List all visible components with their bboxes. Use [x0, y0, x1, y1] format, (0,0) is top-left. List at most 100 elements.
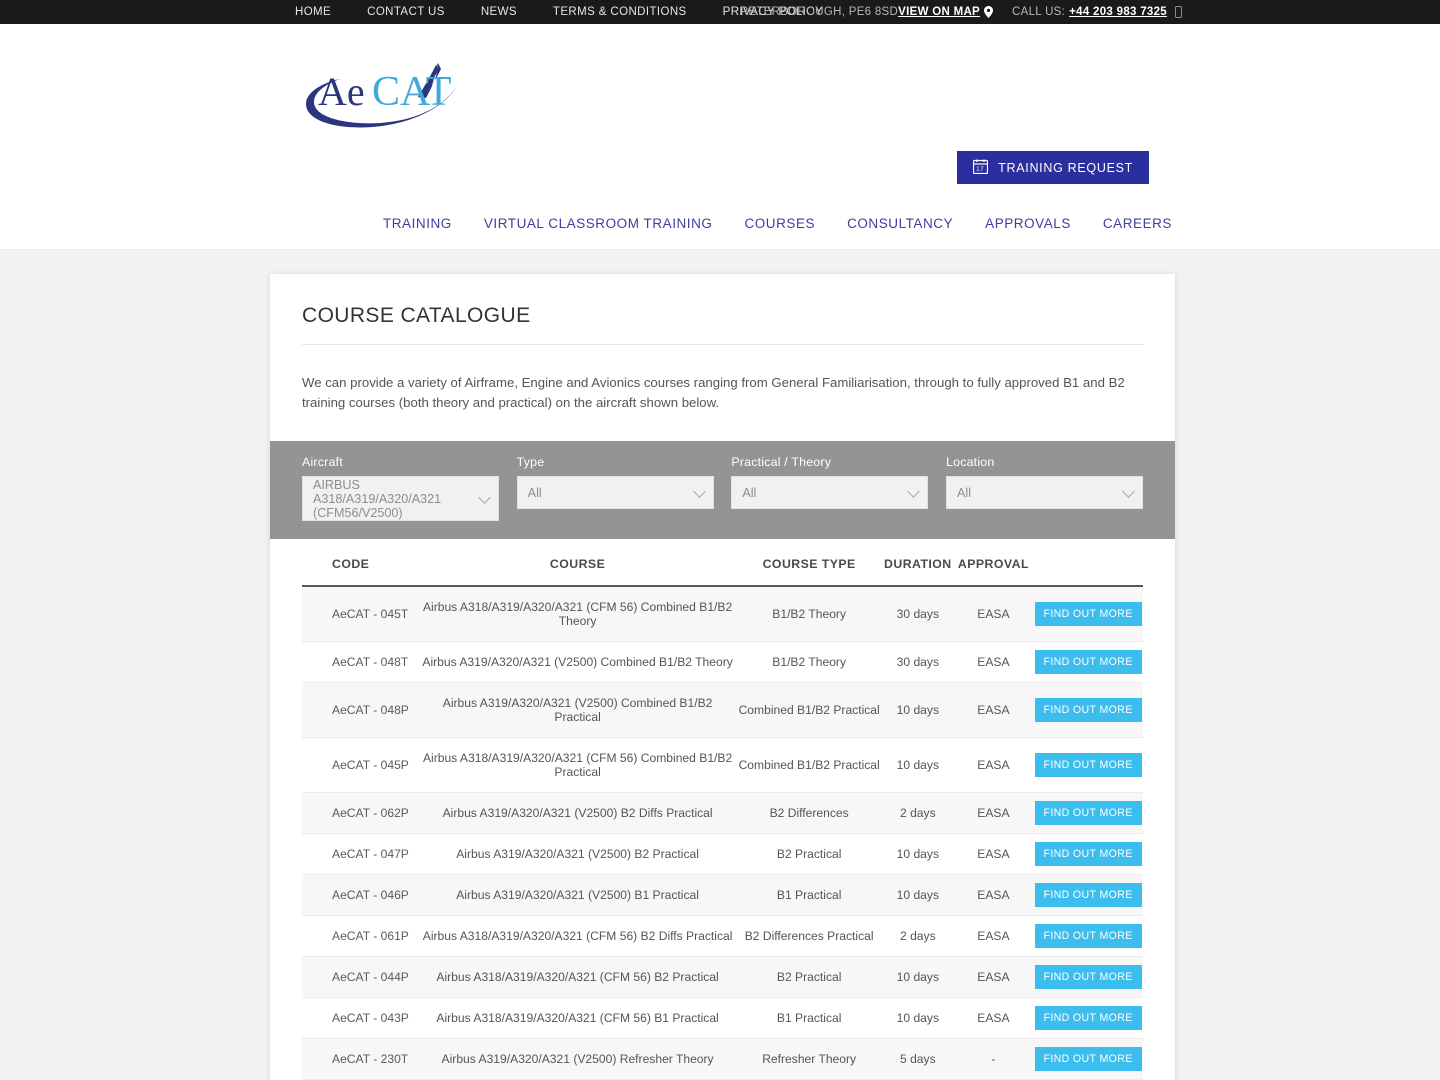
- filter-location-label: Location: [946, 455, 1143, 469]
- cell-course: Airbus A318/A319/A320/A321 (CFM 56) B2 D…: [419, 916, 736, 957]
- site-logo[interactable]: Ae CAT: [300, 57, 460, 129]
- column-header-course: COURSE: [419, 539, 736, 586]
- cell-code: AeCAT - 044P: [302, 957, 419, 998]
- primary-navigation: TRAINING VIRTUAL CLASSROOM TRAINING COUR…: [0, 216, 1440, 231]
- column-header-code: CODE: [302, 539, 419, 586]
- nav-item-careers[interactable]: CAREERS: [1087, 216, 1172, 231]
- cell-code: AeCAT - 048P: [302, 683, 419, 738]
- top-utility-bar: HOME CONTACT US NEWS TERMS & CONDITIONS …: [0, 0, 1440, 24]
- cell-course: Airbus A319/A320/A321 (V2500) Combined B…: [419, 642, 736, 683]
- svg-text:Ae: Ae: [318, 69, 365, 114]
- cell-course: Airbus A319/A320/A321 (V2500) B2 Practic…: [419, 834, 736, 875]
- title-divider: [302, 344, 1143, 345]
- cell-code: AeCAT - 230T: [302, 1039, 419, 1080]
- cell-code: AeCAT - 046P: [302, 875, 419, 916]
- find-out-more-button[interactable]: FIND OUT MORE: [1035, 965, 1142, 989]
- cell-course-type: Combined B1/B2 Practical: [736, 683, 882, 738]
- cell-approval: EASA: [954, 916, 1033, 957]
- filter-location: Location All: [946, 455, 1143, 521]
- cell-code: AeCAT - 061P: [302, 916, 419, 957]
- cell-action: FIND OUT MORE: [1033, 642, 1143, 683]
- cell-duration: 10 days: [882, 875, 954, 916]
- cell-course: Airbus A318/A319/A320/A321 (CFM 56) Comb…: [419, 586, 736, 642]
- cell-code: AeCAT - 048T: [302, 642, 419, 683]
- content-card: COURSE CATALOGUE We can provide a variet…: [270, 274, 1175, 1080]
- table-row: AeCAT - 045TAirbus A318/A319/A320/A321 (…: [302, 586, 1143, 642]
- aircraft-select-value: AIRBUS A318/A319/A320/A321 (CFM56/V2500): [313, 478, 472, 520]
- column-header-approval: APPROVAL: [954, 539, 1033, 586]
- find-out-more-button[interactable]: FIND OUT MORE: [1035, 883, 1142, 907]
- find-out-more-button[interactable]: FIND OUT MORE: [1035, 924, 1142, 948]
- call-us-label: CALL US:: [1012, 6, 1065, 18]
- filter-aircraft: Aircraft AIRBUS A318/A319/A320/A321 (CFM…: [302, 455, 515, 521]
- training-request-button[interactable]: 17 TRAINING REQUEST: [957, 151, 1149, 184]
- calendar-icon: 17: [973, 159, 988, 177]
- type-select[interactable]: All: [517, 476, 714, 509]
- cell-approval: EASA: [954, 834, 1033, 875]
- office-address: PETERBOROUGH, PE6 8SD: [740, 6, 898, 18]
- find-out-more-button[interactable]: FIND OUT MORE: [1035, 1047, 1142, 1071]
- cell-course-type: B2 Differences Practical: [736, 916, 882, 957]
- table-row: AeCAT - 230TAirbus A319/A320/A321 (V2500…: [302, 1039, 1143, 1080]
- cell-action: FIND OUT MORE: [1033, 586, 1143, 642]
- cell-approval: EASA: [954, 738, 1033, 793]
- map-pin-icon: [984, 6, 993, 21]
- cell-duration: 10 days: [882, 998, 954, 1039]
- table-header: CODE COURSE COURSE TYPE DURATION APPROVA…: [302, 539, 1143, 586]
- table-row: AeCAT - 048TAirbus A319/A320/A321 (V2500…: [302, 642, 1143, 683]
- nav-item-training[interactable]: TRAINING: [367, 216, 468, 231]
- table-row: AeCAT - 048PAirbus A319/A320/A321 (V2500…: [302, 683, 1143, 738]
- column-header-course-type: COURSE TYPE: [736, 539, 882, 586]
- find-out-more-button[interactable]: FIND OUT MORE: [1035, 753, 1142, 777]
- nav-item-consultancy[interactable]: CONSULTANCY: [831, 216, 969, 231]
- find-out-more-button[interactable]: FIND OUT MORE: [1035, 801, 1142, 825]
- table-row: AeCAT - 044PAirbus A318/A319/A320/A321 (…: [302, 957, 1143, 998]
- cell-action: FIND OUT MORE: [1033, 957, 1143, 998]
- utility-link-contact-us[interactable]: CONTACT US: [367, 6, 464, 18]
- cell-code: AeCAT - 062P: [302, 793, 419, 834]
- utility-link-terms-conditions[interactable]: TERMS & CONDITIONS: [553, 6, 706, 18]
- cell-duration: 10 days: [882, 683, 954, 738]
- page-body: COURSE CATALOGUE We can provide a variet…: [0, 250, 1440, 1080]
- utility-link-news[interactable]: NEWS: [481, 6, 536, 18]
- utility-link-home[interactable]: HOME: [295, 6, 350, 18]
- cell-duration: 30 days: [882, 642, 954, 683]
- location-select[interactable]: All: [946, 476, 1143, 509]
- filter-aircraft-label: Aircraft: [302, 455, 515, 469]
- aircraft-select[interactable]: AIRBUS A318/A319/A320/A321 (CFM56/V2500): [302, 476, 499, 521]
- site-header: Ae CAT 17 TRAINING REQUEST TRAINING VIRT…: [0, 24, 1440, 250]
- cell-course: Airbus A319/A320/A321 (V2500) B1 Practic…: [419, 875, 736, 916]
- cell-action: FIND OUT MORE: [1033, 1039, 1143, 1080]
- find-out-more-button[interactable]: FIND OUT MORE: [1035, 602, 1142, 626]
- nav-item-approvals[interactable]: APPROVALS: [969, 216, 1087, 231]
- cell-course: Airbus A318/A319/A320/A321 (CFM 56) Comb…: [419, 738, 736, 793]
- filter-practical-theory-label: Practical / Theory: [731, 455, 944, 469]
- cell-code: AeCAT - 047P: [302, 834, 419, 875]
- cell-approval: EASA: [954, 998, 1033, 1039]
- cell-approval: EASA: [954, 957, 1033, 998]
- course-catalogue-table: CODE COURSE COURSE TYPE DURATION APPROVA…: [302, 539, 1143, 1080]
- find-out-more-button[interactable]: FIND OUT MORE: [1035, 842, 1142, 866]
- cell-course: Airbus A318/A319/A320/A321 (CFM 56) B1 P…: [419, 998, 736, 1039]
- cell-code: AeCAT - 045T: [302, 586, 419, 642]
- table-row: AeCAT - 062PAirbus A319/A320/A321 (V2500…: [302, 793, 1143, 834]
- cell-course-type: B1 Practical: [736, 875, 882, 916]
- find-out-more-button[interactable]: FIND OUT MORE: [1035, 650, 1142, 674]
- phone-icon: [1175, 6, 1182, 21]
- practical-theory-select[interactable]: All: [731, 476, 928, 509]
- table-row: AeCAT - 043PAirbus A318/A319/A320/A321 (…: [302, 998, 1143, 1039]
- cell-course: Airbus A318/A319/A320/A321 (CFM 56) B2 P…: [419, 957, 736, 998]
- nav-item-courses[interactable]: COURSES: [728, 216, 831, 231]
- cell-duration: 10 days: [882, 738, 954, 793]
- phone-number-link[interactable]: +44 203 983 7325: [1069, 6, 1167, 18]
- cell-approval: EASA: [954, 875, 1033, 916]
- cell-course-type: B2 Differences: [736, 793, 882, 834]
- location-select-value: All: [957, 486, 1132, 500]
- cell-duration: 2 days: [882, 793, 954, 834]
- view-on-map-link[interactable]: VIEW ON MAP: [898, 6, 980, 18]
- nav-item-virtual-classroom-training[interactable]: VIRTUAL CLASSROOM TRAINING: [468, 216, 729, 231]
- cell-action: FIND OUT MORE: [1033, 998, 1143, 1039]
- find-out-more-button[interactable]: FIND OUT MORE: [1035, 698, 1142, 722]
- find-out-more-button[interactable]: FIND OUT MORE: [1035, 1006, 1142, 1030]
- cell-course-type: B1 Practical: [736, 998, 882, 1039]
